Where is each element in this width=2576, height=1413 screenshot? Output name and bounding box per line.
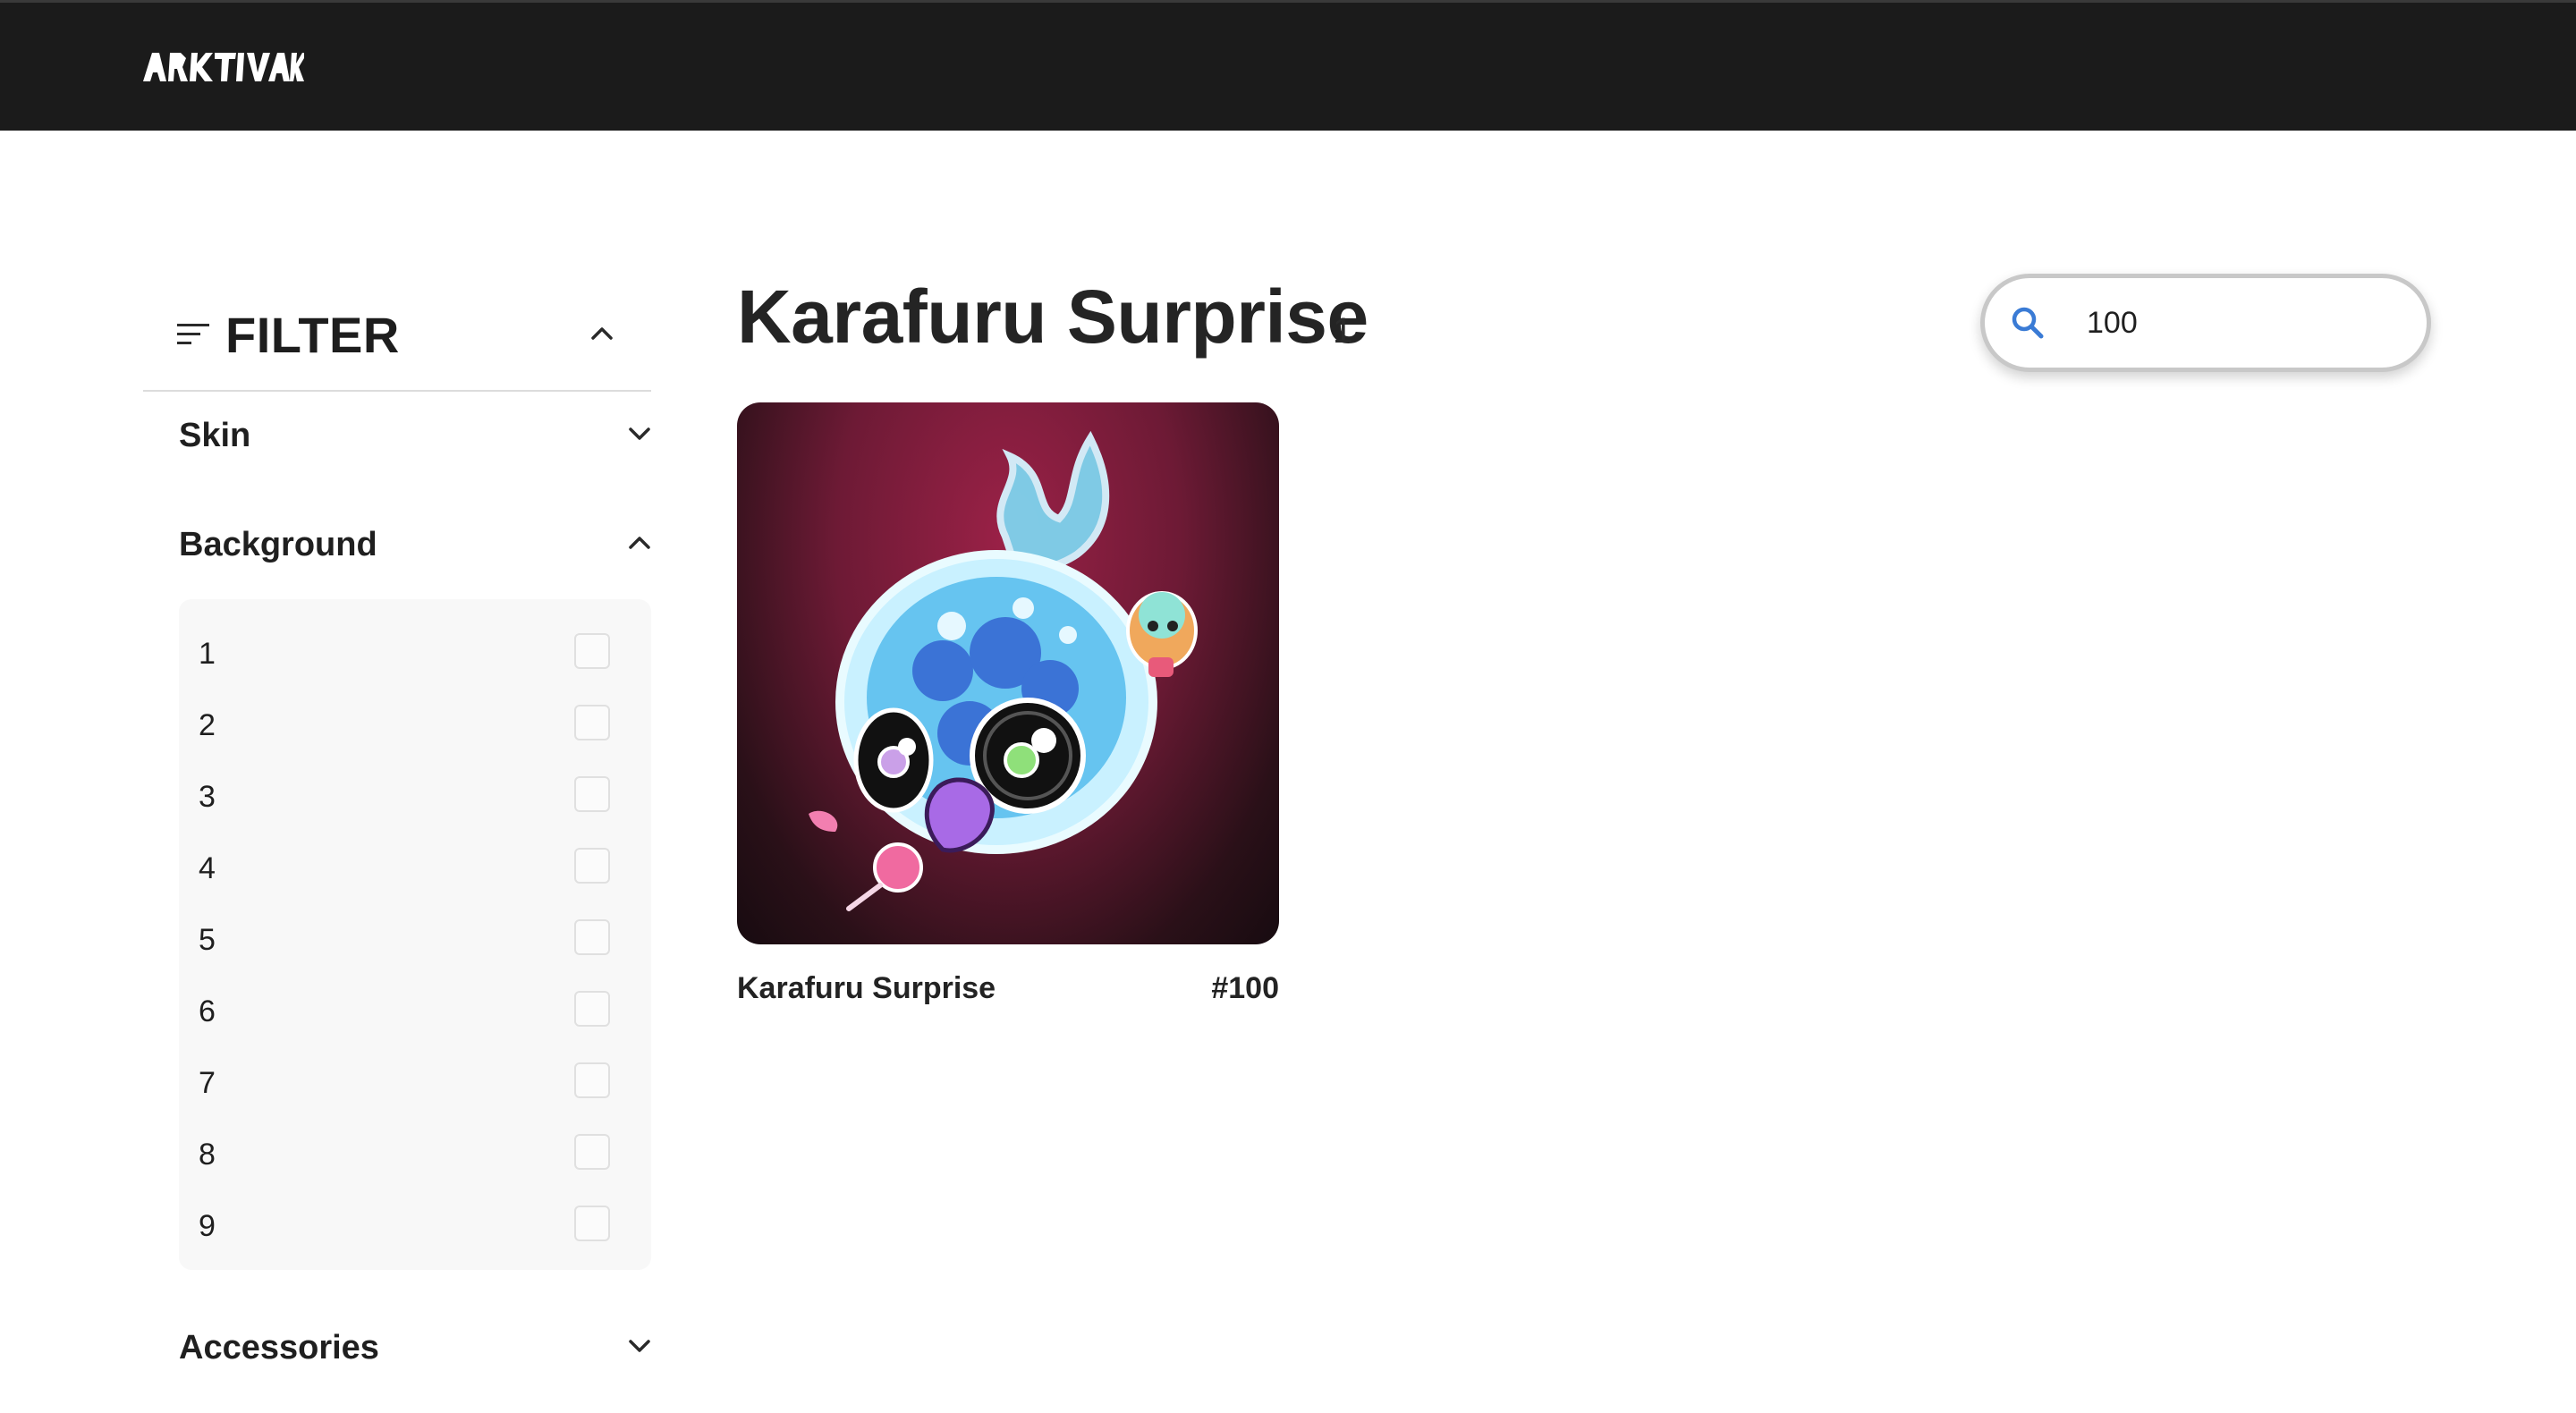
filter-title: FILTER [225,307,400,363]
chevron-up-icon[interactable] [626,529,653,556]
item-id: #100 [1211,971,1279,1005]
filter-section-accessories[interactable]: Accessories [143,1304,651,1413]
option-checkbox[interactable] [574,1062,610,1098]
option-label: 2 [199,708,216,742]
option-label: 4 [199,851,216,885]
filter-header[interactable]: FILTER [143,286,651,392]
item-image[interactable] [737,402,1279,944]
background-option-2[interactable]: 2 [179,690,651,762]
section-label-accessories: Accessories [179,1329,379,1366]
arktivak-logo-mark [143,53,304,81]
background-option-7[interactable]: 7 [179,1048,651,1120]
arktivak-logo[interactable] [143,49,304,85]
search-input[interactable] [2087,300,2409,346]
background-option-6[interactable]: 6 [179,977,651,1048]
background-option-4[interactable]: 4 [179,833,651,905]
option-checkbox[interactable] [574,848,610,884]
option-label: 7 [199,1066,216,1100]
option-label: 3 [199,780,216,814]
background-options-panel: 1 2 3 4 5 6 7 8 9 [179,599,651,1270]
option-label: 1 [199,637,216,671]
option-label: 8 [199,1138,216,1172]
background-option-3[interactable]: 3 [179,762,651,833]
karafuru-artwork [809,430,1198,911]
section-label-skin: Skin [179,417,251,454]
option-label: 5 [199,923,216,957]
item-name[interactable]: Karafuru Surprise [737,971,996,1006]
option-checkbox[interactable] [574,776,610,812]
option-checkbox[interactable] [574,1206,610,1241]
option-checkbox[interactable] [574,919,610,955]
chevron-up-icon[interactable] [589,320,615,347]
background-option-9[interactable]: 9 [179,1191,651,1263]
background-option-5[interactable]: 5 [179,905,651,977]
search-icon[interactable] [2010,305,2046,341]
option-checkbox[interactable] [574,705,610,740]
filter-section-background[interactable]: Background [143,501,651,610]
chevron-down-icon[interactable] [626,1333,653,1359]
item-card[interactable]: Karafuru Surprise #100 [737,402,1279,1005]
top-navigation-bar [0,0,2576,131]
option-checkbox[interactable] [574,633,610,669]
option-checkbox[interactable] [574,1134,610,1170]
page-title: Karafuru Surprise [737,275,1368,359]
result-count: 1 [1333,311,1353,351]
section-label-background: Background [179,526,377,563]
search-box[interactable] [1980,274,2431,372]
filter-section-skin[interactable]: Skin [143,392,651,501]
option-label: 9 [199,1209,216,1243]
filter-sidebar: FILTER Skin Background 1 2 3 4 5 6 7 8 9… [143,286,651,1366]
chevron-down-icon[interactable] [626,420,653,447]
filter-lines-icon [177,324,209,344]
background-option-8[interactable]: 8 [179,1120,651,1191]
background-option-1[interactable]: 1 [179,619,651,690]
option-checkbox[interactable] [574,991,610,1027]
option-label: 6 [199,994,216,1028]
